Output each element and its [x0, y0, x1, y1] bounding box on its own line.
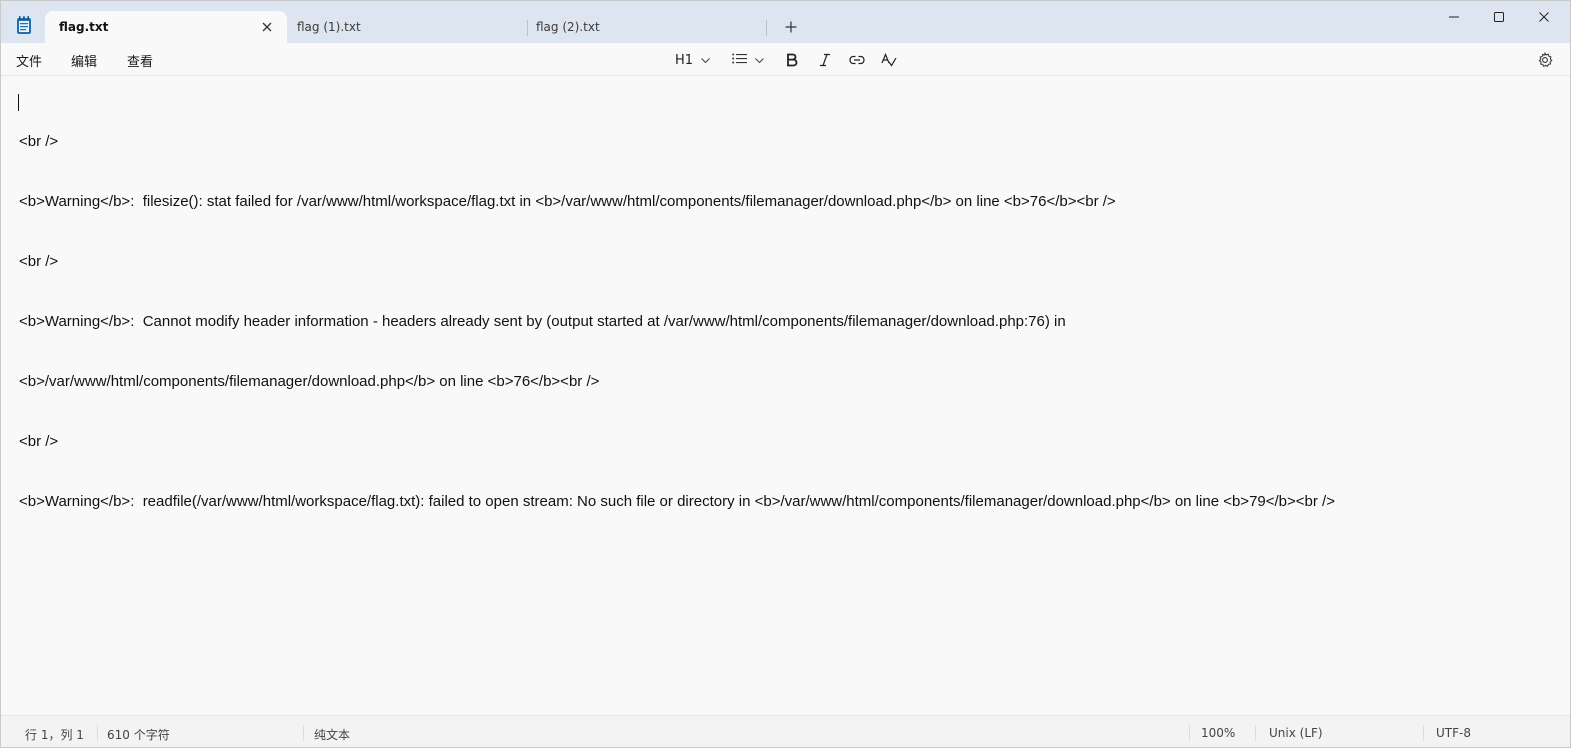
gear-icon[interactable]: [1535, 50, 1555, 70]
file-format[interactable]: 纯文本: [314, 726, 350, 743]
char-count: 610 个字符: [107, 728, 170, 742]
list-dropdown[interactable]: [732, 48, 764, 72]
text-editor[interactable]: <br /> <b>Warning</b>: filesize(): stat …: [1, 76, 1570, 715]
maximize-icon[interactable]: [1476, 1, 1522, 33]
tab-divider: [766, 20, 767, 36]
tab-flag-2-txt[interactable]: flag (2).txt: [536, 11, 764, 43]
menu-file[interactable]: 文件: [16, 51, 42, 70]
italic-icon[interactable]: [819, 48, 831, 72]
chevron-down-icon: [755, 53, 764, 68]
notepad-icon: [15, 15, 33, 35]
menu-edit[interactable]: 编辑: [71, 51, 97, 70]
bold-icon[interactable]: [786, 48, 798, 72]
zoom-level[interactable]: 100%: [1201, 726, 1235, 740]
tab-flag-txt[interactable]: flag.txt: [45, 11, 287, 43]
spellcheck-icon[interactable]: [881, 48, 897, 72]
editor-line: <b>Warning</b>: filesize(): stat failed …: [19, 193, 1116, 210]
link-icon[interactable]: [849, 48, 865, 72]
editor-line: <b>/var/www/html/components/filemanager/…: [19, 373, 600, 390]
editor-line: <br />: [19, 433, 59, 450]
tab-label: flag.txt: [59, 20, 109, 34]
heading-dropdown[interactable]: H1: [675, 48, 710, 72]
editor-line: <b>Warning</b>: readfile(/var/www/html/w…: [19, 493, 1335, 510]
notepad-window: flag.txt flag (1).txt flag (2).txt 文件 编辑: [0, 0, 1571, 748]
tab-label: flag (1).txt: [297, 20, 361, 34]
editor-content[interactable]: <br /> <b>Warning</b>: filesize(): stat …: [19, 92, 1559, 552]
close-icon[interactable]: [259, 19, 275, 35]
status-divider: [1189, 725, 1190, 741]
status-divider: [97, 725, 98, 741]
chevron-down-icon: [701, 53, 710, 68]
heading-label: H1: [675, 52, 694, 68]
tab-label: flag (2).txt: [536, 20, 600, 34]
title-bar: flag.txt flag (1).txt flag (2).txt: [1, 1, 1570, 43]
minimize-icon[interactable]: [1431, 1, 1477, 33]
editor-line: <b>Warning</b>: Cannot modify header inf…: [19, 313, 1066, 330]
status-divider: [303, 725, 304, 741]
tab-flag-1-txt[interactable]: flag (1).txt: [297, 11, 525, 43]
status-divider: [1255, 725, 1256, 741]
status-divider: [1423, 725, 1424, 741]
menu-view[interactable]: 查看: [127, 51, 153, 70]
line-ending[interactable]: Unix (LF): [1269, 726, 1323, 740]
tab-divider: [527, 20, 528, 36]
status-bar: 行 1，列 1 610 个字符 纯文本 100% Unix (LF) UTF-8: [1, 715, 1570, 747]
menu-bar: 文件 编辑 查看 H1: [1, 43, 1570, 76]
editor-line: <br />: [19, 133, 59, 150]
list-icon: [732, 53, 747, 68]
cursor-position[interactable]: 行 1，列 1: [25, 726, 84, 743]
editor-line: <br />: [19, 253, 59, 270]
encoding[interactable]: UTF-8: [1436, 726, 1471, 740]
plus-icon[interactable]: [779, 15, 803, 39]
close-window-icon[interactable]: [1521, 1, 1567, 33]
